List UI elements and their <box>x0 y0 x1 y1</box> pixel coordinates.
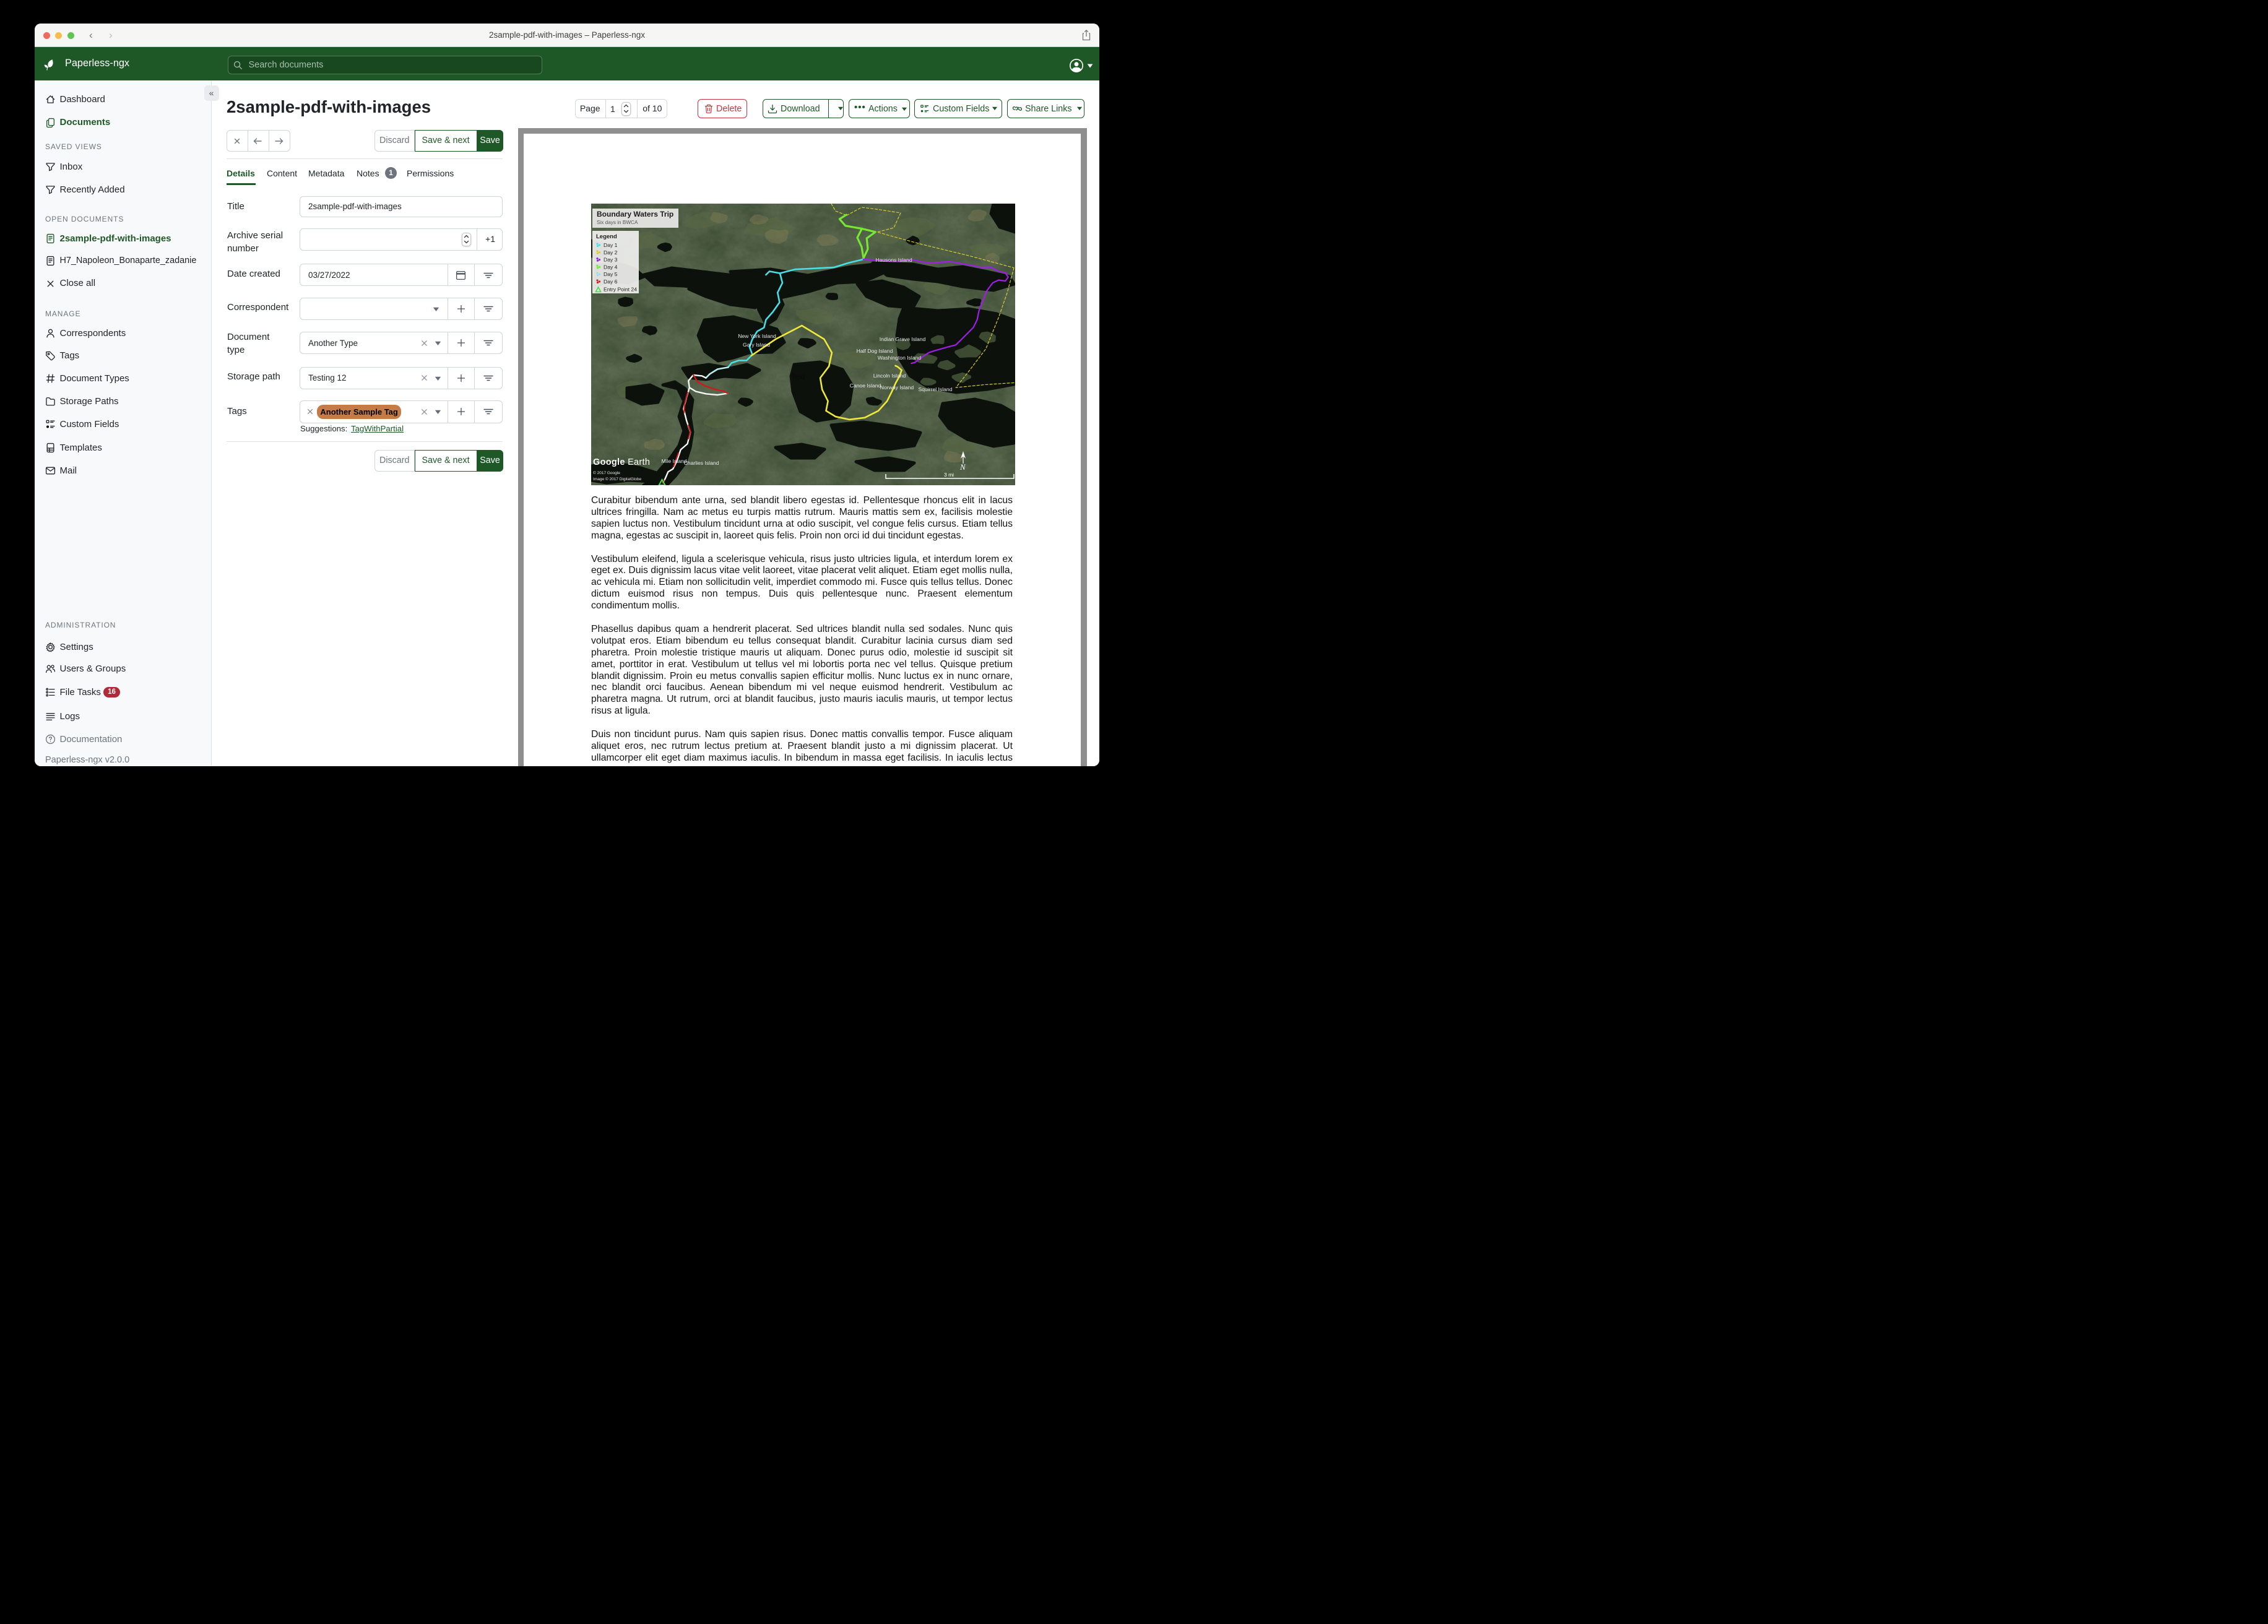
svg-text:Day 4: Day 4 <box>604 264 618 270</box>
svg-text:Canoe Island: Canoe Island <box>850 382 881 389</box>
svg-text:Washington Island: Washington Island <box>878 355 922 361</box>
svg-text:3 mi: 3 mi <box>944 472 954 478</box>
svg-text:Day 3: Day 3 <box>604 257 618 263</box>
svg-text:Gary Island: Gary Island <box>743 342 770 348</box>
svg-text:Squirrel Island: Squirrel Island <box>919 386 953 392</box>
svg-text:Day 5: Day 5 <box>604 271 618 277</box>
svg-text:© 2017 Google: © 2017 Google <box>593 470 620 475</box>
svg-text:Entry Point 24: Entry Point 24 <box>604 287 637 293</box>
svg-text:Day 2: Day 2 <box>604 249 618 256</box>
svg-text:New York Island: New York Island <box>738 333 776 339</box>
svg-text:Norway Island: Norway Island <box>880 384 914 391</box>
svg-text:Text: Text <box>791 373 805 381</box>
svg-text:Legend: Legend <box>596 233 617 240</box>
svg-text:Boundary Waters Trip: Boundary Waters Trip <box>597 210 673 218</box>
svg-text:Google Earth: Google Earth <box>593 457 650 467</box>
svg-text:N: N <box>959 462 966 472</box>
svg-text:Indian Grave Island: Indian Grave Island <box>880 336 926 342</box>
svg-text:Hausons Island: Hausons Island <box>875 257 912 263</box>
svg-text:Day 1: Day 1 <box>604 242 618 248</box>
svg-text:Lincoln Island: Lincoln Island <box>873 373 906 379</box>
svg-text:Image © 2017 DigitalGlobe: Image © 2017 DigitalGlobe <box>593 477 642 482</box>
svg-text:Day 6: Day 6 <box>604 279 618 285</box>
svg-text:Charlies Island: Charlies Island <box>684 460 719 466</box>
svg-text:Half Dog Island: Half Dog Island <box>857 348 893 354</box>
svg-text:Six days in BWCA: Six days in BWCA <box>597 220 638 225</box>
svg-text:Mile Island: Mile Island <box>661 458 686 464</box>
